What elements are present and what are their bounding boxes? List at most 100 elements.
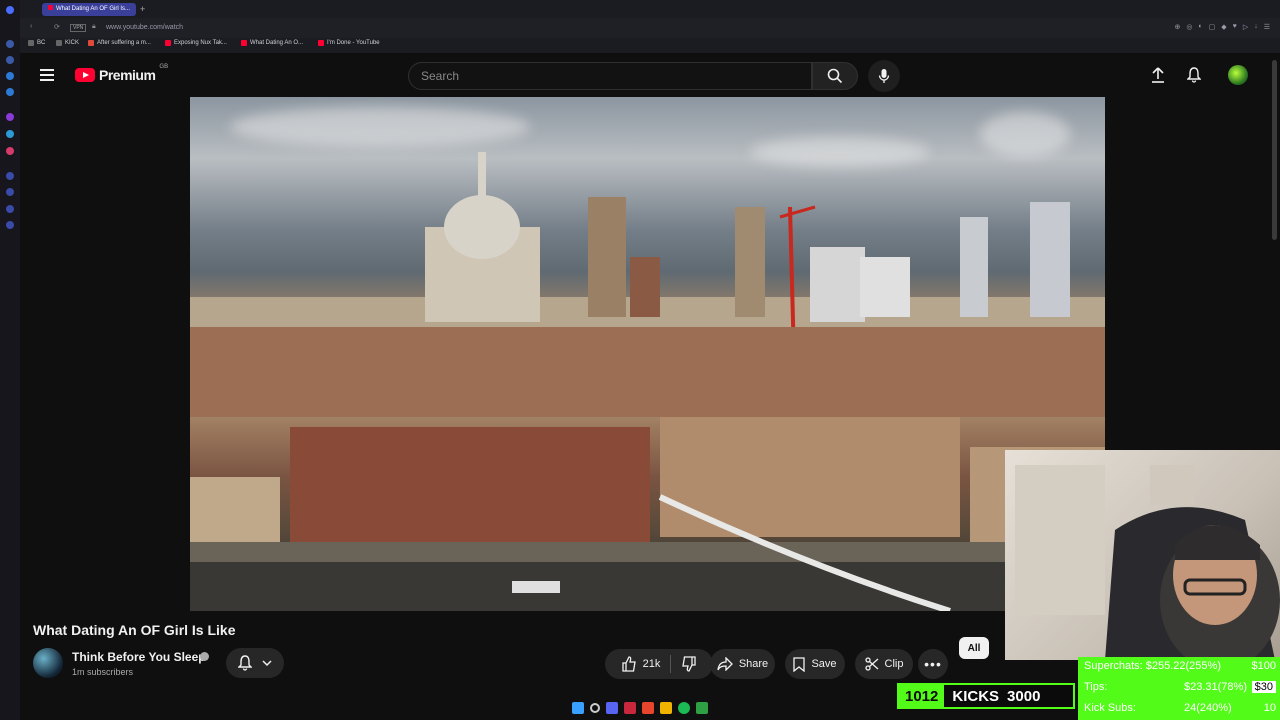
spotify-icon[interactable] [678, 702, 690, 714]
address-bar-row: ‹ ⟳ VPN 🔒︎ www.youtube.com/watch ⊕ ◎ ◐ ▢… [20, 18, 1280, 38]
bell-icon [238, 655, 252, 671]
windows-start-icon[interactable] [572, 702, 584, 714]
download-icon[interactable]: ↓ [1254, 23, 1258, 31]
city-skyline-image [190, 152, 1105, 611]
opera-icon[interactable] [6, 6, 14, 14]
hamburger-menu-icon[interactable] [40, 69, 54, 81]
voice-search-button[interactable] [868, 60, 900, 92]
youtube-favicon-icon [48, 5, 53, 10]
bookmark-item[interactable]: Exposing Nux Tak... [165, 40, 227, 46]
search-icon [827, 68, 843, 84]
browser-sidebar [0, 0, 20, 720]
like-dislike-group: 21k [605, 649, 713, 679]
sidebar-app-icon[interactable] [6, 113, 14, 121]
youtube-premium-logo[interactable]: Premium GB [75, 64, 168, 83]
sidebar-app-icon[interactable] [6, 221, 14, 229]
tab-bar: What Dating An OF Girl Is... + [20, 0, 1280, 18]
chevron-down-icon [262, 660, 272, 667]
streamer-webcam [1005, 450, 1280, 660]
kicks-current: 1012 [899, 685, 945, 707]
tips-label: Tips: [1084, 681, 1108, 693]
search-input[interactable]: Search [408, 62, 812, 90]
kicks-goal-overlay: 1012 KICKS 3000 [897, 683, 1075, 709]
account-avatar[interactable] [1228, 65, 1248, 85]
thumbs-up-icon [621, 656, 636, 672]
messenger-icon[interactable] [6, 72, 14, 80]
bookmark-item[interactable]: KICK [56, 40, 79, 46]
logo-text: Premium [99, 67, 156, 83]
file-explorer-icon[interactable] [660, 702, 672, 714]
sidebar-app-icon[interactable] [6, 130, 14, 138]
upload-button[interactable] [1148, 65, 1168, 85]
tips-row: Tips: $23.31(78%) $30 [1084, 681, 1276, 693]
clip-button[interactable]: Clip [855, 649, 913, 679]
ext-icon[interactable]: ◆ [1221, 23, 1226, 31]
extension-icons: ⊕ ◎ ◐ ▢ ◆ ♥ ▷ ↓ ☰ [1174, 23, 1270, 31]
chip-all[interactable]: All [959, 637, 989, 659]
more-icon: ••• [924, 656, 942, 672]
bookmarks-bar: BC KICK After suffering a m... Exposing … [20, 38, 1280, 53]
more-actions-button[interactable]: ••• [918, 649, 948, 679]
sidebar-app-icon[interactable] [6, 56, 14, 64]
share-button[interactable]: Share [710, 649, 775, 679]
webcam-image [1015, 465, 1280, 660]
channel-name[interactable]: Think Before You Sleep [72, 650, 206, 664]
like-count: 21k [642, 658, 661, 670]
video-title: What Dating An OF Girl Is Like [33, 622, 236, 638]
sidebar-app-icon[interactable] [6, 88, 14, 96]
upload-icon [1152, 67, 1164, 83]
kick-subs-label: Kick Subs: [1084, 702, 1136, 714]
ext-icon[interactable]: ◐ [1198, 23, 1202, 31]
subscriber-count: 1m subscribers [72, 667, 134, 677]
tab-title: What Dating An OF Girl Is... [56, 6, 131, 12]
save-button[interactable]: Save [785, 649, 845, 679]
ext-icon[interactable]: ▷ [1243, 23, 1248, 31]
new-tab-button[interactable]: + [134, 3, 151, 16]
verified-badge-icon [200, 652, 209, 661]
thumbs-down-icon[interactable] [681, 656, 697, 672]
tab-active[interactable]: What Dating An OF Girl Is... [42, 3, 137, 16]
sidebar-app-icon[interactable] [6, 172, 14, 180]
superchats-goal: $100 [1251, 660, 1276, 672]
tips-value: $23.31(78%) [1184, 681, 1247, 693]
ext-icon[interactable]: ☰ [1264, 23, 1270, 31]
sidebar-app-icon[interactable] [6, 40, 14, 48]
page-scrollbar[interactable] [1272, 60, 1277, 240]
microphone-icon [878, 69, 890, 83]
taskbar [540, 698, 740, 718]
instagram-icon[interactable] [6, 147, 14, 155]
zoom-icon[interactable]: ⊕ [1174, 23, 1180, 31]
bookmark-item[interactable]: I'm Done - YouTube [318, 40, 380, 46]
discord-icon[interactable] [606, 702, 618, 714]
bookmark-icon [793, 656, 806, 672]
back-icon[interactable]: ‹ [30, 23, 32, 30]
app-icon[interactable] [696, 702, 708, 714]
reload-icon[interactable]: ⟳ [54, 23, 60, 31]
search-button[interactable] [812, 62, 858, 90]
video-player[interactable] [190, 97, 1105, 611]
bookmark-item[interactable]: BC [28, 40, 45, 46]
opera-taskbar-icon[interactable] [624, 702, 636, 714]
chrome-icon[interactable] [642, 702, 654, 714]
kick-subs-goal: 10 [1263, 702, 1276, 714]
sidebar-app-icon[interactable] [6, 188, 14, 196]
ext-icon[interactable]: ◎ [1186, 23, 1192, 31]
notifications-button[interactable] [1184, 65, 1204, 85]
lock-icon: 🔒︎ [92, 23, 96, 30]
ext-icon[interactable]: ▢ [1209, 23, 1216, 31]
sidebar-app-icon[interactable] [6, 205, 14, 213]
search-icon[interactable] [590, 703, 600, 713]
heart-icon[interactable]: ♥ [1233, 23, 1237, 31]
bookmark-item[interactable]: What Dating An O... [241, 40, 303, 46]
vpn-badge[interactable]: VPN [70, 24, 87, 32]
share-icon [717, 657, 733, 671]
clip-label: Clip [884, 658, 904, 670]
subscribed-bell-button[interactable] [226, 648, 284, 678]
like-button[interactable]: 21k [621, 656, 661, 672]
channel-avatar[interactable] [33, 648, 63, 678]
url-field[interactable]: www.youtube.com/watch [106, 24, 183, 31]
bookmark-item[interactable]: After suffering a m... [88, 40, 151, 46]
scissors-icon [864, 657, 878, 671]
tips-goal: $30 [1251, 681, 1276, 693]
kick-subs-value: 24(240%) [1184, 702, 1232, 714]
